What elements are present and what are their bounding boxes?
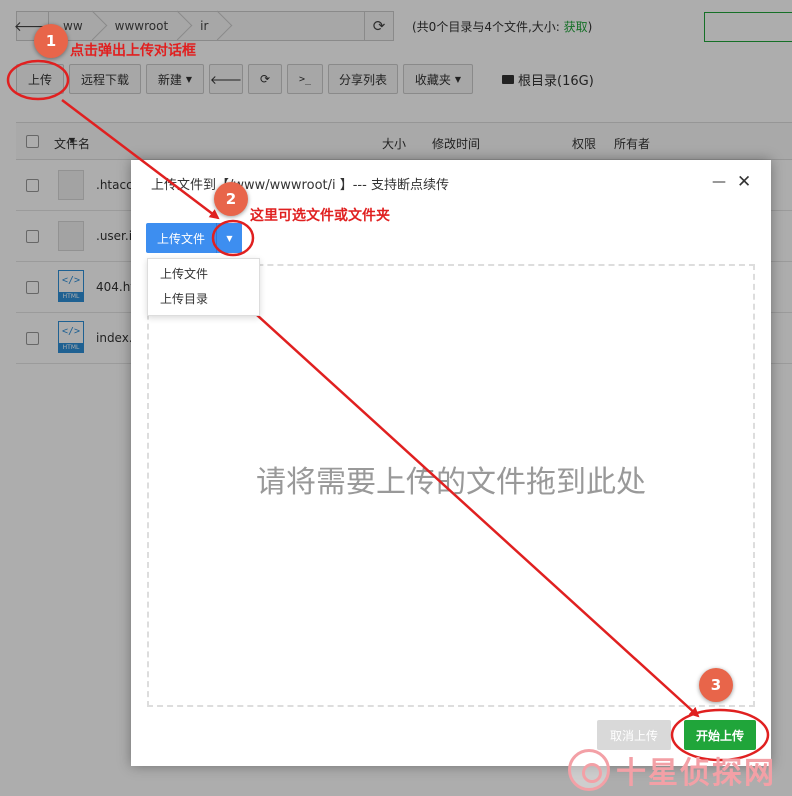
step-badge-2: 2	[214, 182, 248, 216]
upload-dropdown-menu: 上传文件 上传目录	[147, 258, 260, 316]
upload-file-button[interactable]: 上传文件	[146, 223, 216, 253]
upload-dropdown-toggle[interactable]: ▼	[216, 223, 242, 253]
watermark-logo-icon	[568, 749, 610, 791]
caret-down-icon: ▼	[226, 233, 233, 243]
drop-zone[interactable]: 请将需要上传的文件拖到此处	[147, 264, 755, 707]
minimize-icon[interactable]: —	[712, 174, 726, 190]
upload-button-group: 上传文件 ▼	[146, 223, 242, 253]
step-badge-3: 3	[699, 668, 733, 702]
drop-zone-text: 请将需要上传的文件拖到此处	[256, 465, 646, 500]
cancel-upload-button[interactable]: 取消上传	[597, 720, 671, 750]
step-1-text: 点击弹出上传对话框	[70, 43, 196, 59]
dialog-title: 上传文件到【/www/wwwroot/i 】--- 支持断点续传	[151, 178, 449, 193]
watermark-text: 十星侦探网	[616, 756, 776, 791]
watermark: 十星侦探网	[568, 748, 776, 792]
step-badge-1: 1	[34, 24, 68, 58]
close-icon[interactable]: ✕	[737, 172, 751, 192]
start-upload-button[interactable]: 开始上传	[684, 720, 756, 750]
step-2-text: 这里可选文件或文件夹	[250, 208, 390, 224]
menu-item-upload-file[interactable]: 上传文件	[148, 262, 259, 287]
menu-item-upload-directory[interactable]: 上传目录	[148, 287, 259, 312]
upload-dialog: 上传文件到【/www/wwwroot/i 】--- 支持断点续传 — ✕ 请将需…	[131, 160, 771, 766]
